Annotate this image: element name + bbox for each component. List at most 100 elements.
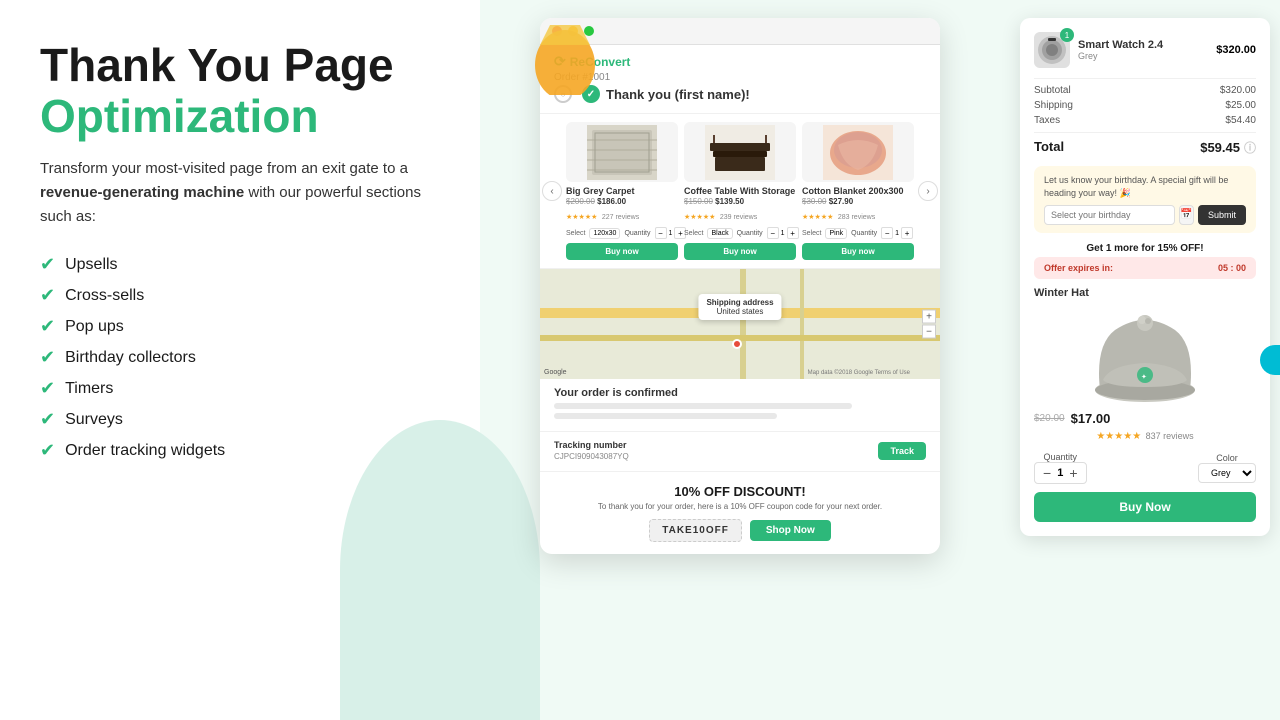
order-confirmed-lines [554, 403, 926, 419]
feature-list: ✔Upsells ✔Cross-sells ✔Pop ups ✔Birthday… [40, 249, 440, 466]
product-name-table: Coffee Table With Storage [684, 186, 796, 196]
tracking-info: Tracking number CJPCI909043087YQ [554, 440, 629, 461]
line-placeholder [554, 403, 852, 409]
zoom-out-btn[interactable]: − [922, 325, 936, 339]
check-icon: ✔ [40, 347, 55, 368]
product-price-blanket: $30.00 $27.90 [802, 197, 914, 206]
product-carousel: ‹ [540, 114, 940, 269]
check-icon: ✔ [40, 316, 55, 337]
tracking-section: Tracking number CJPCI909043087YQ Track [540, 432, 940, 471]
product-price-carpet: $200.00 $186.00 [566, 197, 678, 206]
select-row-carpet: Select 120x30 Quantity − 1 + [566, 227, 678, 239]
qty-box-blanket: − 1 + [881, 227, 913, 239]
select-row-blanket: Select Pink Quantity − 1 + [802, 227, 914, 239]
hat-reviews: 837 reviews [1146, 431, 1194, 441]
hat-rating-row: ★★★★★ 837 reviews [1034, 426, 1256, 444]
qty-plus-hat[interactable]: + [1069, 466, 1077, 480]
qty-value-hat: 1 [1057, 467, 1063, 479]
upsell-banner: Get 1 more for 15% OFF! [1034, 243, 1256, 254]
birthday-section: Let us know your birthday. A special gif… [1034, 166, 1256, 233]
hat-stars: ★★★★★ [1096, 431, 1141, 442]
order-confirmed-section: Your order is confirmed [540, 379, 940, 432]
birthday-submit-button[interactable]: Submit [1198, 205, 1246, 225]
offer-expires: Offer expires in: 05 : 00 [1034, 257, 1256, 279]
browser-mockup: ⟳ ReConvert Order #1001 ○ ✓ Thank you (f… [540, 18, 940, 554]
quantity-stepper: − 1 + [1034, 462, 1087, 484]
left-panel: Thank You Page Optimization Transform yo… [0, 0, 480, 720]
product-stars-blanket: ★★★★★ 283 reviews [802, 206, 914, 224]
winter-hat-section: Winter Hat ✦ [1034, 287, 1256, 522]
thank-you-text: ○ ✓ Thank you (first name)! [554, 85, 926, 103]
tracking-label: Tracking number [554, 440, 629, 450]
qty-plus-blanket[interactable]: + [901, 227, 913, 239]
select-row-table: Select Black Quantity − 1 + [684, 227, 796, 239]
qty-minus-table[interactable]: − [767, 227, 779, 239]
list-item: ✔Pop ups [40, 311, 440, 342]
item-price: $320.00 [1216, 44, 1256, 56]
divider [1034, 132, 1256, 133]
track-button[interactable]: Track [878, 442, 926, 460]
qty-minus-carpet[interactable]: − [655, 227, 667, 239]
zoom-in-btn[interactable]: + [922, 310, 936, 324]
product-image-carpet [566, 122, 678, 182]
reconvert-header: ⟳ ReConvert Order #1001 ○ ✓ Thank you (f… [540, 45, 940, 114]
list-item: ✔Timers [40, 373, 440, 404]
carousel-arrow-right[interactable]: › [918, 181, 938, 201]
hat-image: ✦ [1085, 305, 1205, 405]
list-item: ✔Birthday collectors [40, 342, 440, 373]
product-image-table [684, 122, 796, 182]
qty-plus-table[interactable]: + [787, 227, 799, 239]
discount-subtitle: To thank you for your order, here is a 1… [554, 502, 926, 511]
winter-hat-title: Winter Hat [1034, 287, 1256, 299]
check-icon: ✔ [40, 285, 55, 306]
hat-controls: Quantity − 1 + Color Grey [1034, 452, 1256, 484]
color-control: Color Grey [1198, 453, 1256, 483]
tracking-row: Tracking number CJPCI909043087YQ Track [554, 440, 926, 461]
check-icon: ✔ [40, 378, 55, 399]
product-name-blanket: Cotton Blanket 200x300 [802, 186, 914, 196]
item-badge: 1 [1060, 28, 1074, 42]
product-card-blanket: Cotton Blanket 200x300 $30.00 $27.90 ★★★… [802, 122, 914, 260]
product-stars-carpet: ★★★★★ 227 reviews [566, 206, 678, 224]
buy-now-button[interactable]: Buy Now [1034, 492, 1256, 522]
line-placeholder [554, 413, 777, 419]
map-section: Shipping address United states + − Googl… [540, 269, 940, 379]
check-icon: ✔ [40, 440, 55, 461]
order-item-row: 1 Smart Watch 2.4 Grey $320.00 [1034, 32, 1256, 68]
calendar-icon-button[interactable]: 📅 [1179, 205, 1194, 225]
buy-btn-table[interactable]: Buy now [684, 243, 796, 260]
coupon-code: TAKE10OFF [649, 519, 742, 542]
summary-row-taxes: Taxes $54.40 [1034, 115, 1256, 126]
summary-row-subtotal: Subtotal $320.00 [1034, 85, 1256, 96]
list-item: ✔Surveys [40, 404, 440, 435]
birthday-input[interactable] [1044, 205, 1175, 225]
color-select[interactable]: Grey [1198, 463, 1256, 483]
info-icon: ⓘ [1244, 139, 1256, 156]
map-data-label: Map data ©2018 Google Terms of Use [808, 370, 910, 376]
hat-old-price: $20.00 [1034, 413, 1065, 424]
discount-row: TAKE10OFF Shop Now [554, 519, 926, 542]
qty-minus-blanket[interactable]: − [881, 227, 893, 239]
buy-btn-blanket[interactable]: Buy now [802, 243, 914, 260]
shop-now-button[interactable]: Shop Now [750, 520, 831, 541]
birthday-text: Let us know your birthday. A special gif… [1044, 174, 1246, 199]
map-pin [732, 339, 742, 349]
svg-text:✦: ✦ [1141, 373, 1147, 381]
order-item-image: 1 [1034, 32, 1070, 68]
carousel-arrow-left[interactable]: ‹ [542, 181, 562, 201]
heading-line1: Thank You Page Optimization [40, 40, 440, 141]
qty-minus-hat[interactable]: − [1043, 466, 1051, 480]
qty-box-table: − 1 + [767, 227, 799, 239]
list-item: ✔Order tracking widgets [40, 435, 440, 466]
item-name: Smart Watch 2.4 [1078, 39, 1163, 51]
product-card-carpet: Big Grey Carpet $200.00 $186.00 ★★★★★ 22… [566, 122, 678, 260]
hat-new-price: $17.00 [1071, 411, 1111, 426]
reconvert-logo: ⟳ ReConvert [554, 53, 926, 70]
order-summary-panel: 1 Smart Watch 2.4 Grey $320.00 Subtotal … [1020, 18, 1270, 536]
divider [1034, 78, 1256, 79]
list-item: ✔Cross-sells [40, 280, 440, 311]
browser-bar [540, 18, 940, 45]
order-item-details: Smart Watch 2.4 Grey [1078, 39, 1163, 61]
product-price-table: $150.00 $139.50 [684, 197, 796, 206]
buy-btn-carpet[interactable]: Buy now [566, 243, 678, 260]
